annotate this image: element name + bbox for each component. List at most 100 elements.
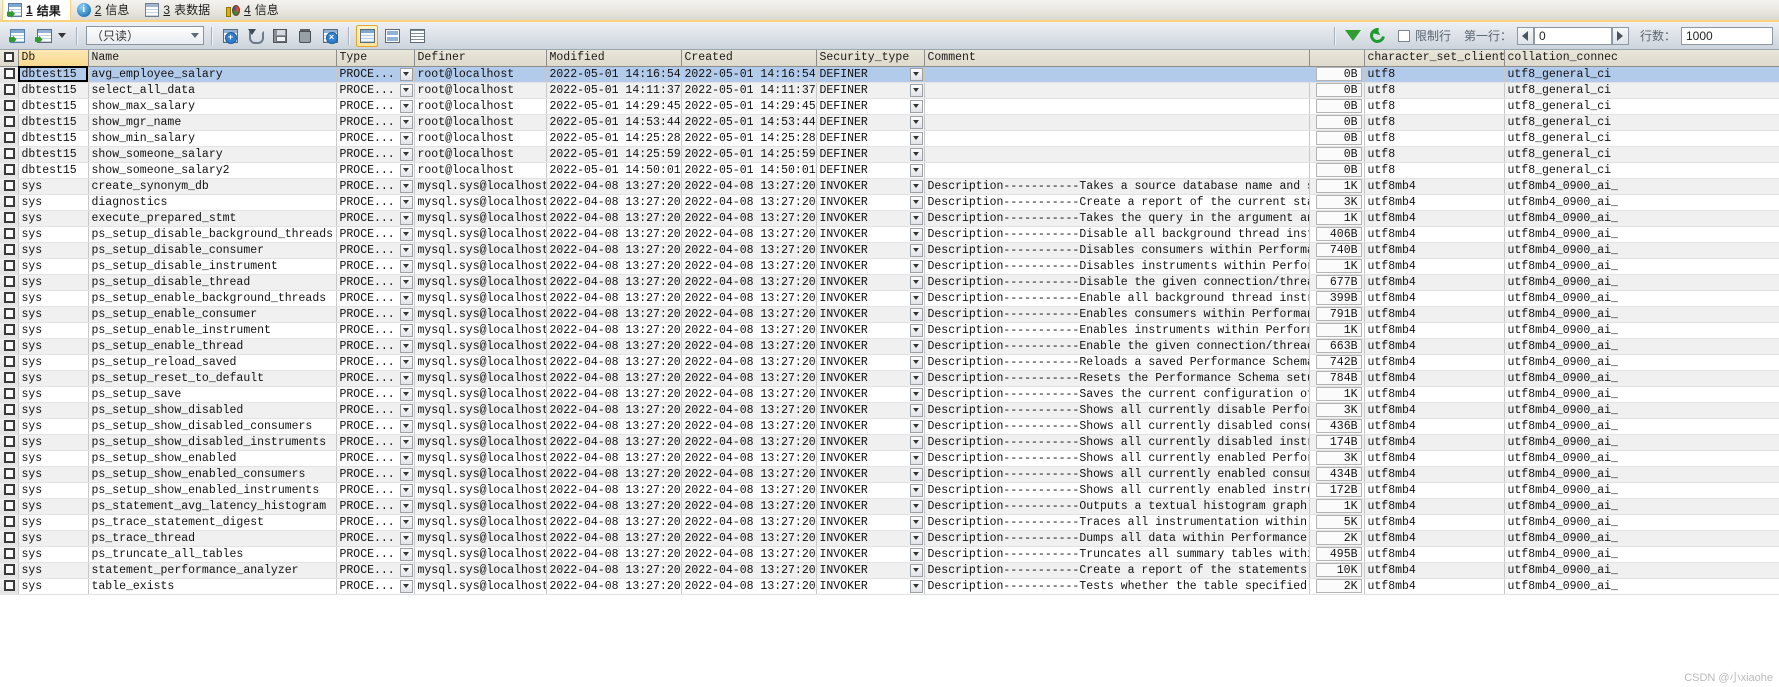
row-select-cell[interactable] (0, 162, 19, 179)
cell-db[interactable]: sys (18, 178, 89, 195)
cell-character_set_client[interactable]: utf8mb4 (1364, 514, 1505, 531)
cell-definer[interactable]: mysql.sys@localhost (414, 178, 547, 195)
cell-modified[interactable]: 2022-04-08 13:27:20 (546, 482, 682, 499)
cell-security_type[interactable]: INVOKER (816, 338, 925, 355)
cell-type[interactable]: PROCE... (336, 546, 415, 563)
type-dropdown-button[interactable] (399, 531, 413, 545)
cell-character_set_client[interactable]: utf8mb4 (1364, 178, 1505, 195)
cell-collation_connection[interactable]: utf8_general_ci (1504, 114, 1779, 131)
cell-modified[interactable]: 2022-04-08 13:27:20 (546, 466, 682, 483)
cell-name[interactable]: ps_setup_disable_instrument (88, 258, 337, 275)
cell-name[interactable]: ps_setup_save (88, 386, 337, 403)
type-dropdown-button[interactable] (399, 579, 413, 593)
security-type-dropdown-button[interactable] (909, 147, 923, 161)
cell-db[interactable]: sys (18, 290, 89, 307)
row-select-cell[interactable] (0, 98, 19, 115)
table-row[interactable]: sys ps_setup_enable_background_threads PRO… (0, 290, 1779, 307)
cell-created[interactable]: 2022-04-08 13:27:20 (681, 482, 817, 499)
cell-created[interactable]: 2022-05-01 14:29:45 (681, 98, 817, 115)
cell-comment[interactable]: Description-----------Shows all currentl… (924, 482, 1310, 499)
cell-db[interactable]: dbtest15 (18, 146, 89, 163)
cell-db[interactable]: sys (18, 370, 89, 387)
cell-modified[interactable]: 2022-04-08 13:27:20 (546, 290, 682, 307)
cell-comment[interactable]: Description-----------Enable the given c… (924, 338, 1310, 355)
type-dropdown-button[interactable] (399, 307, 413, 321)
cell-modified[interactable]: 2022-04-08 13:27:20 (546, 450, 682, 467)
cell-name[interactable]: ps_setup_disable_background_threads (88, 226, 337, 243)
cell-type[interactable]: PROCE... (336, 82, 415, 99)
type-dropdown-button[interactable] (399, 563, 413, 577)
cell-collation_connection[interactable]: utf8mb4_0900_ai_ (1504, 274, 1779, 291)
cell-name[interactable]: ps_truncate_all_tables (88, 546, 337, 563)
cell-comment[interactable]: Description-----------Shows all currentl… (924, 402, 1310, 419)
cell-name[interactable]: show_max_salary (88, 98, 337, 115)
cell-name[interactable]: ps_setup_reload_saved (88, 354, 337, 371)
cell-definer[interactable]: mysql.sys@localhost (414, 530, 547, 547)
cell-type[interactable]: PROCE... (336, 114, 415, 131)
cell-name[interactable]: ps_setup_show_disabled_consumers (88, 418, 337, 435)
cell-security_type[interactable]: DEFINER (816, 130, 925, 147)
table-row[interactable]: sys ps_setup_enable_instrument PROCE... mys… (0, 322, 1779, 339)
cell-modified[interactable]: 2022-04-08 13:27:20 (546, 402, 682, 419)
cell-security_type[interactable]: INVOKER (816, 274, 925, 291)
cell-definer[interactable]: mysql.sys@localhost (414, 482, 547, 499)
type-dropdown-button[interactable] (399, 339, 413, 353)
cell-comment[interactable]: Description-----------Shows all currentl… (924, 434, 1310, 451)
cell-comment[interactable]: Description-----------Disable the given … (924, 274, 1310, 291)
table-row[interactable]: sys statement_performance_analyzer PROCE..… (0, 562, 1779, 579)
cell-created[interactable]: 2022-04-08 13:27:20 (681, 210, 817, 227)
cell-character_set_client[interactable]: utf8mb4 (1364, 290, 1505, 307)
cell-name[interactable]: ps_setup_show_disabled_instruments (88, 434, 337, 451)
security-type-dropdown-button[interactable] (909, 403, 923, 417)
cell-collation_connection[interactable]: utf8mb4_0900_ai_ (1504, 226, 1779, 243)
cell-definer[interactable]: mysql.sys@localhost (414, 578, 547, 595)
cell-security_type[interactable]: INVOKER (816, 498, 925, 515)
column-header-comment[interactable]: Comment (924, 50, 1310, 67)
cell-modified[interactable]: 2022-04-08 13:27:20 (546, 578, 682, 595)
type-dropdown-button[interactable] (399, 323, 413, 337)
cell-definer[interactable]: mysql.sys@localhost (414, 418, 547, 435)
cell-security_type[interactable]: INVOKER (816, 226, 925, 243)
cell-name[interactable]: ps_setup_show_enabled (88, 450, 337, 467)
row-select-cell[interactable] (0, 482, 19, 499)
row-checkbox[interactable] (3, 419, 15, 431)
cell-comment[interactable]: Description-----------Truncates all summ… (924, 546, 1310, 563)
row-checkbox[interactable] (3, 291, 15, 303)
row-checkbox[interactable] (3, 243, 15, 255)
cell-type[interactable]: PROCE... (336, 162, 415, 179)
table-row[interactable]: sys table_exists PROCE... mysql.sys@localho… (0, 578, 1779, 595)
cell-created[interactable]: 2022-04-08 13:27:20 (681, 322, 817, 339)
cell-type[interactable]: PROCE... (336, 498, 415, 515)
type-dropdown-button[interactable] (399, 515, 413, 529)
row-checkbox[interactable] (3, 563, 15, 575)
cell-collation_connection[interactable]: utf8_general_ci (1504, 130, 1779, 147)
table-row[interactable]: dbtest15 show_someone_salary PROCE... root@… (0, 146, 1779, 163)
cell-comment[interactable]: Description-----------Enables instrument… (924, 322, 1310, 339)
cell-created[interactable]: 2022-04-08 13:27:20 (681, 418, 817, 435)
row-select-cell[interactable] (0, 546, 19, 563)
cell-name[interactable]: statement_performance_analyzer (88, 562, 337, 579)
type-dropdown-button[interactable] (399, 243, 413, 257)
type-dropdown-button[interactable] (399, 147, 413, 161)
type-dropdown-button[interactable] (399, 467, 413, 481)
cell-type[interactable]: PROCE... (336, 210, 415, 227)
cell-character_set_client[interactable]: utf8 (1364, 98, 1505, 115)
cell-character_set_client[interactable]: utf8mb4 (1364, 466, 1505, 483)
cell-db[interactable]: sys (18, 482, 89, 499)
security-type-dropdown-button[interactable] (909, 419, 923, 433)
cell-comment[interactable]: Description-----------Dumps all data wit… (924, 530, 1310, 547)
cell-collation_connection[interactable]: utf8_general_ci (1504, 146, 1779, 163)
cell-comment[interactable] (924, 82, 1310, 99)
row-checkbox[interactable] (3, 499, 15, 511)
row-checkbox[interactable] (3, 323, 15, 335)
table-row[interactable]: sys ps_setup_disable_background_threads PR… (0, 226, 1779, 243)
cell-security_type[interactable]: INVOKER (816, 322, 925, 339)
row-select-cell[interactable] (0, 306, 19, 323)
table-row[interactable]: sys ps_setup_disable_instrument PROCE... my… (0, 258, 1779, 275)
tab-2[interactable]: i 2 信息 (71, 0, 140, 20)
cell-type[interactable]: PROCE... (336, 290, 415, 307)
cell-security_type[interactable]: INVOKER (816, 578, 925, 595)
cell-security_type[interactable]: DEFINER (816, 98, 925, 115)
cell-modified[interactable]: 2022-04-08 13:27:20 (546, 242, 682, 259)
cell-type[interactable]: PROCE... (336, 98, 415, 115)
